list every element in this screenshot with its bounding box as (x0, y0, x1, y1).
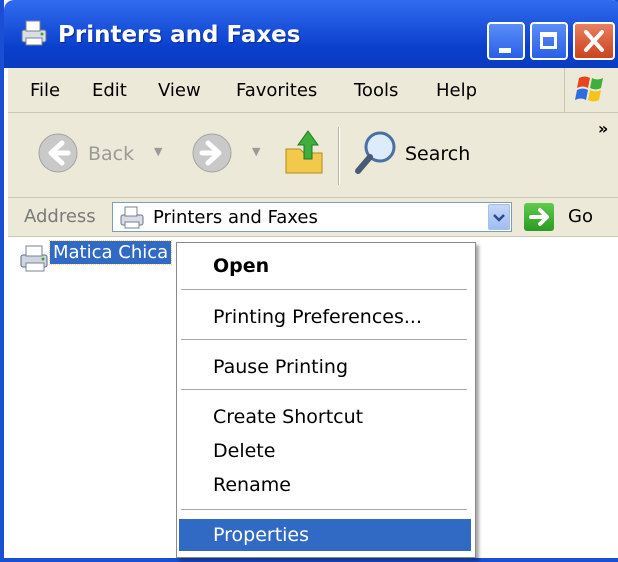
menu-item-printing-preferences[interactable]: Printing Preferences... (179, 301, 471, 333)
menu-view[interactable]: View (158, 80, 201, 101)
menu-tools[interactable]: Tools (354, 80, 398, 101)
standard-toolbar: Back ▼ ▼ Search » (8, 113, 618, 198)
menu-item-delete[interactable]: Delete (179, 435, 471, 467)
magnifier-icon (355, 131, 396, 174)
search-button[interactable] (352, 127, 402, 181)
address-bar: Address Printers and Faxes Go (8, 198, 618, 237)
menu-separator (181, 509, 467, 510)
back-label[interactable]: Back (88, 143, 134, 165)
minimize-button[interactable] (487, 22, 525, 60)
address-label: Address (24, 206, 96, 227)
toolbar-overflow-button[interactable]: » (598, 119, 608, 138)
windows-logo (564, 68, 615, 112)
menu-bar: File Edit View Favorites Tools Help (8, 68, 618, 113)
menu-item-properties[interactable]: Properties (179, 519, 471, 551)
menu-separator (181, 339, 467, 340)
menu-edit[interactable]: Edit (92, 80, 127, 101)
back-history-chevron-icon[interactable]: ▼ (154, 145, 162, 158)
menu-separator (181, 289, 467, 290)
context-menu: Open Printing Preferences... Pause Print… (176, 242, 476, 558)
toolbar-separator (338, 127, 340, 185)
up-folder-button[interactable] (282, 125, 328, 181)
menu-file[interactable]: File (30, 80, 60, 101)
folder-up-icon (285, 130, 323, 174)
menu-item-rename[interactable]: Rename (179, 469, 471, 501)
menu-help[interactable]: Help (436, 80, 477, 101)
back-button[interactable] (36, 131, 80, 179)
title-bar[interactable]: Printers and Faxes (4, 0, 618, 68)
forward-button[interactable] (190, 131, 234, 179)
printer-fax-icon (120, 206, 144, 229)
printer-fax-icon (21, 20, 47, 46)
search-label[interactable]: Search (405, 143, 470, 165)
maximize-icon (540, 32, 557, 49)
address-value: Printers and Faxes (153, 207, 318, 228)
go-arrow-icon (529, 208, 549, 226)
window-title: Printers and Faxes (58, 22, 301, 48)
menu-separator (181, 389, 467, 390)
maximize-button[interactable] (530, 22, 568, 60)
go-button[interactable] (524, 203, 554, 231)
printer-item-label[interactable]: Matica Chica (48, 240, 173, 265)
address-dropdown-button[interactable] (488, 204, 510, 230)
windows-logo-icon (575, 76, 603, 102)
forward-history-chevron-icon[interactable]: ▼ (252, 145, 260, 158)
explorer-window: Printers and Faxes File Edit View Favori… (0, 0, 618, 562)
menu-item-create-shortcut[interactable]: Create Shortcut (179, 401, 471, 433)
close-button[interactable] (573, 22, 615, 60)
address-field[interactable]: Printers and Faxes (112, 202, 512, 232)
minimize-icon (499, 48, 511, 53)
menu-favorites[interactable]: Favorites (236, 80, 317, 101)
close-icon (584, 30, 604, 52)
go-label[interactable]: Go (568, 206, 593, 227)
forward-arrow-icon (192, 133, 232, 173)
printer-icon[interactable] (18, 243, 52, 273)
menu-item-open[interactable]: Open (179, 250, 471, 282)
chevron-down-icon (493, 214, 505, 222)
menu-item-pause-printing[interactable]: Pause Printing (179, 351, 471, 383)
back-arrow-icon (38, 133, 78, 173)
